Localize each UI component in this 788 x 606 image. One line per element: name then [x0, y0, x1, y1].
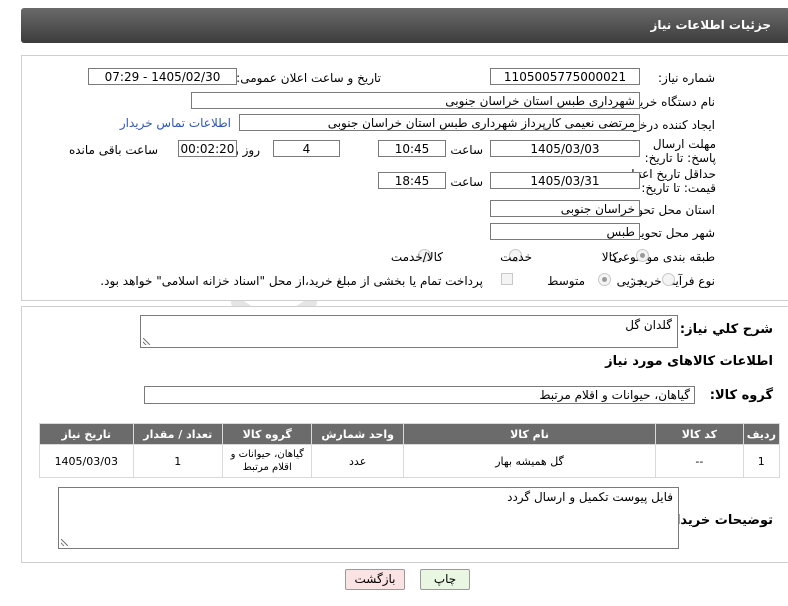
col-header-row: ردیف [743, 424, 779, 444]
cell-code: -- [656, 445, 743, 477]
resize-grip-icon[interactable] [61, 539, 68, 546]
cell-quantity: 1 [133, 445, 222, 477]
page-title: جزئیات اطلاعات نیاز [650, 18, 771, 32]
goods-table-header: ردیف کد کالا نام کالا واحد شمارش گروه کا… [40, 424, 779, 444]
buyer-notes-text: فایل پیوست تکمیل و ارسال گردد [507, 490, 673, 504]
need-number-field: 1105005775000021 [490, 68, 640, 85]
purchase-medium-radio[interactable] [598, 273, 611, 286]
reply-time-field: 10:45 [378, 140, 446, 157]
cell-unit: عدد [312, 445, 403, 477]
category-goods-radio[interactable] [636, 249, 649, 262]
reply-date-field: 1405/03/03 [490, 140, 640, 157]
treasury-payment-checkbox[interactable] [501, 273, 513, 285]
reply-deadline-label: مهلت ارسال پاسخ: تا تاریخ: [644, 137, 716, 165]
announce-datetime-field: 1405/02/30 - 07:29 [88, 68, 237, 85]
buyer-contact-link[interactable]: اطلاعات تماس خریدار [120, 116, 231, 130]
delivery-province-field: خراسان جنوبی [490, 200, 640, 217]
days-left-field: 4 [273, 140, 340, 157]
title-bar: جزئیات اطلاعات نیاز [21, 8, 788, 43]
day-and-label: روز و [233, 143, 260, 157]
price-time-label: ساعت [450, 175, 483, 189]
print-button[interactable]: چاپ [420, 569, 470, 590]
buyer-notes-label: توضیحات خریدار: [663, 513, 773, 528]
category-goods-service-label: کالا/خدمت [390, 250, 443, 264]
need-description-label: شرح کلي نياز: [679, 322, 773, 337]
purchase-minor-radio[interactable] [662, 273, 675, 286]
need-description-text: گلدان گل [625, 318, 672, 332]
requester-field: مرتضی نعیمی کارپرداز شهرداری طبس استان خ… [239, 114, 640, 131]
need-description-textarea[interactable]: گلدان گل [140, 315, 678, 348]
reply-time-label: ساعت [450, 143, 483, 157]
resize-grip-icon[interactable] [143, 338, 150, 345]
cell-group: گیاهان، حیوانات و اقلام مرتبط [222, 445, 312, 477]
delivery-city-label: شهر محل تحویل: [628, 226, 715, 240]
col-header-quantity: تعداد / مقدار [133, 424, 222, 444]
purchase-medium-label: متوسط [547, 274, 585, 288]
goods-group-label: گروه کالا: [709, 388, 773, 403]
remaining-label: ساعت باقی مانده [68, 143, 158, 157]
need-number-label: شماره نیاز: [658, 71, 715, 85]
goods-group-field: گیاهان، حیوانات و اقلام مرتبط [144, 386, 695, 404]
delivery-city-field: طبس [490, 223, 640, 240]
buyer-org-field: شهرداری طبس استان خراسان جنوبی [191, 92, 640, 109]
table-row: 1 -- گل همیشه بهار عدد گیاهان، حیوانات و… [40, 445, 779, 477]
buyer-notes-textarea[interactable]: فایل پیوست تکمیل و ارسال گردد [58, 487, 679, 549]
category-service-label: خدمت [500, 250, 532, 264]
cell-row: 1 [743, 445, 779, 477]
announce-datetime-label: تاریخ و ساعت اعلان عمومی: [236, 71, 381, 85]
page: جزئیات اطلاعات نیاز AriaTender.net شماره… [6, 0, 788, 606]
cell-date: 1405/03/03 [40, 445, 133, 477]
purchase-minor-label: جزیی [616, 274, 644, 288]
category-label: طبقه بندی موضوعی: [608, 250, 715, 264]
col-header-date: تاریخ نیاز [40, 424, 133, 444]
col-header-group: گروه کالا [222, 424, 312, 444]
cell-name: گل همیشه بهار [403, 445, 656, 477]
col-header-code: کد کالا [656, 424, 743, 444]
back-button[interactable]: بازگشت [345, 569, 405, 590]
goods-info-heading: اطلاعات کالاهای مورد نیاز [605, 354, 773, 369]
price-time-field: 18:45 [378, 172, 446, 189]
goods-table: ردیف کد کالا نام کالا واحد شمارش گروه کا… [39, 423, 780, 478]
col-header-name: نام کالا [403, 424, 656, 444]
col-header-unit: واحد شمارش [312, 424, 403, 444]
category-goods-label: کالا [601, 250, 618, 264]
treasury-payment-note: پرداخت تمام یا بخشی از مبلغ خرید،از محل … [100, 274, 483, 288]
price-date-field: 1405/03/31 [490, 172, 640, 189]
time-left-field: 00:02:20 [178, 140, 237, 157]
